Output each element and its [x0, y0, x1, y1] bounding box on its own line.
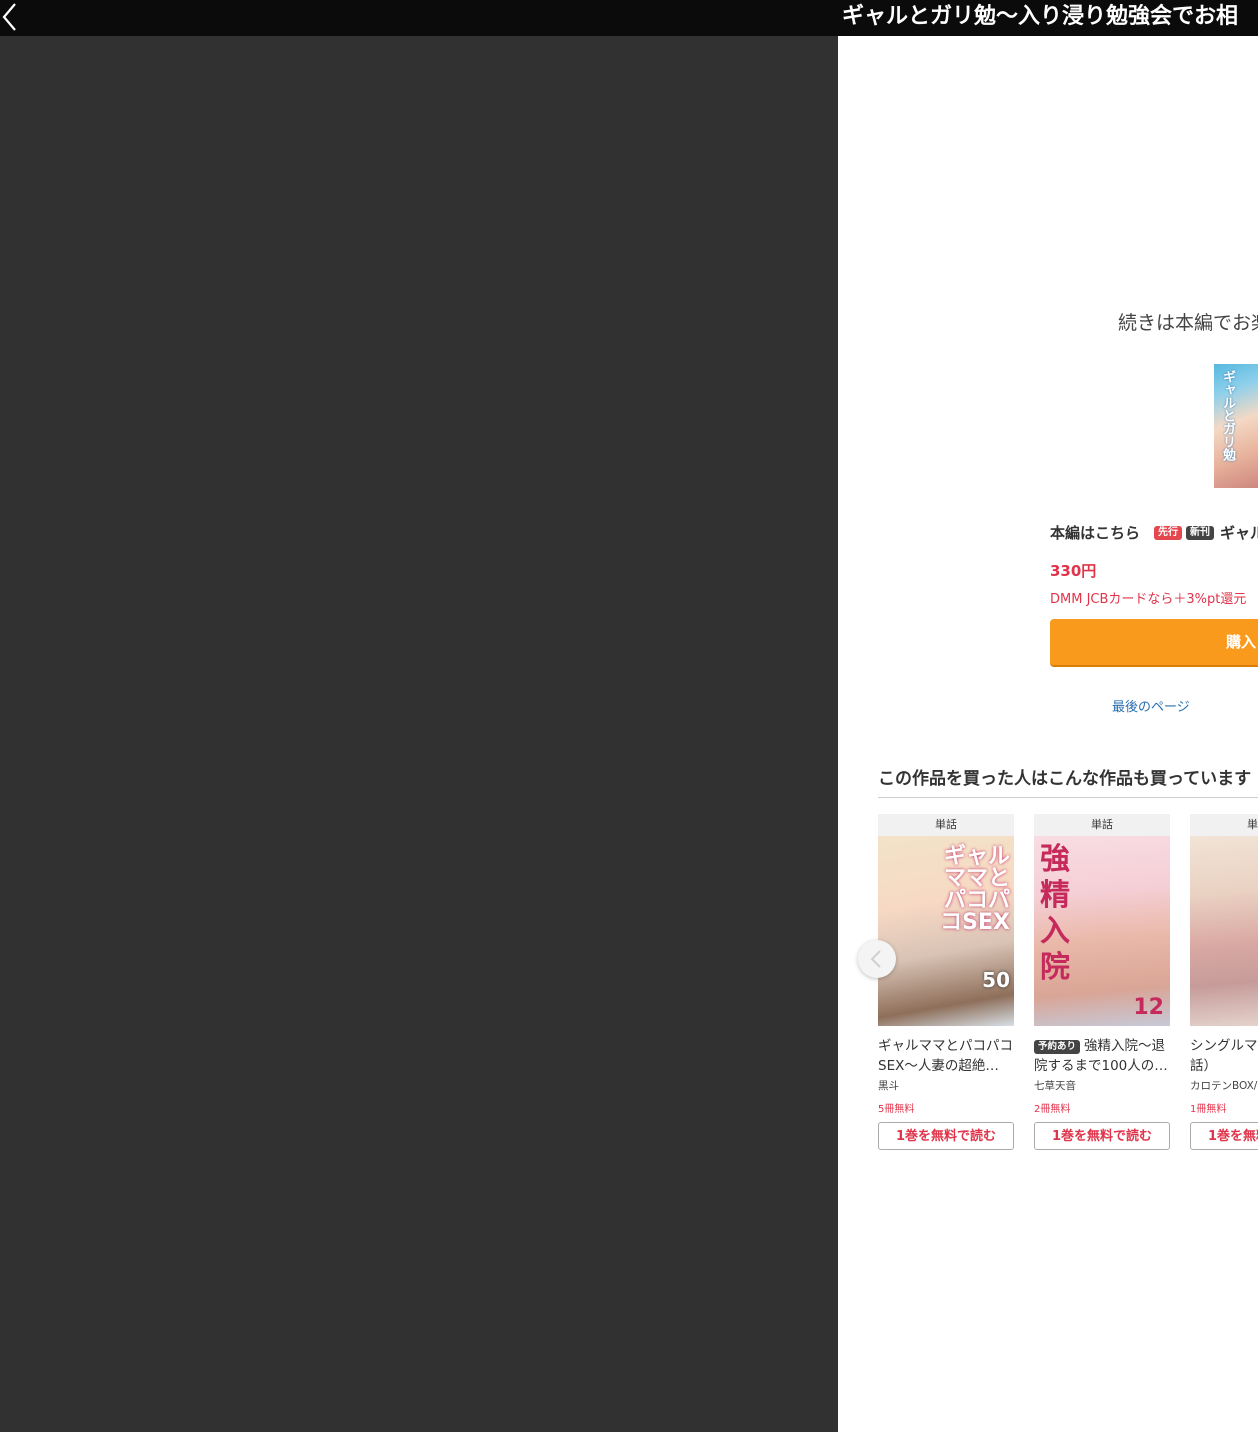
- recommend-heading: この作品を買った人はこんな作品も買っています: [878, 769, 1252, 789]
- read-free-button[interactable]: 1巻を無料で読む: [1190, 1122, 1258, 1150]
- main-work-price: 330円: [1050, 562, 1097, 580]
- buy-button-label: 購入: [1226, 633, 1257, 651]
- recommend-card[interactable]: 単話 ギャルママとパコパコSEX 50 ギャルママとパコパコSEX〜人妻の超絶……: [878, 814, 1014, 1150]
- advance-badge: 先行: [1154, 525, 1183, 540]
- card-free-count: 5冊無料: [878, 1104, 915, 1115]
- card-free-count: 1冊無料: [1190, 1104, 1227, 1115]
- card-author[interactable]: 七草天音: [1034, 1078, 1170, 1093]
- continue-message: 続きは本編でお楽しみ: [1118, 312, 1258, 334]
- card-cover-number: 12: [1133, 995, 1164, 1020]
- buy-button[interactable]: 購入: [1050, 619, 1258, 667]
- chevron-left-icon: [2, 3, 16, 31]
- card-cover-image[interactable]: ギャルママとパコパコSEX 50: [878, 836, 1014, 1026]
- new-release-badge: 新刊: [1186, 525, 1215, 540]
- main-work-cover-title: ギャルとガリ勉: [1220, 370, 1235, 461]
- card-kind-label: 単話: [1190, 814, 1258, 836]
- card-kind-label: 単話: [1034, 814, 1170, 836]
- end-of-preview-panel: 続きは本編でお楽しみ ギャルとガリ勉 本編はこちら 先行 新刊 ギャルとガリ勉 …: [838, 36, 1258, 1432]
- card-author[interactable]: 黒斗: [878, 1078, 1014, 1093]
- top-bar: ギャルとガリ勉〜入り浸り勉強会でお相: [0, 0, 1258, 36]
- main-work-label: 本編はこちら: [1050, 524, 1141, 542]
- card-free-count: 2冊無料: [1034, 1104, 1071, 1115]
- read-free-button[interactable]: 1巻を無料で読む: [878, 1122, 1014, 1150]
- chevron-left-icon: [870, 950, 881, 968]
- card-author[interactable]: カロテンBOX/: [1190, 1078, 1258, 1093]
- viewer-title: ギャルとガリ勉〜入り浸り勉強会でお相: [842, 4, 1239, 29]
- card-kind-label: 単話: [878, 814, 1014, 836]
- back-button[interactable]: [0, 2, 24, 32]
- recommend-divider: [878, 797, 1258, 798]
- recommend-card[interactable]: 単話 シングルマザーズ（単話） カロテンBOX/ 1冊無料 1巻を無料で読む: [1190, 814, 1258, 1150]
- main-work-title-link[interactable]: ギャルとガリ勉: [1220, 522, 1258, 543]
- main-work-row: 本編はこちら 先行 新刊 ギャルとガリ勉: [1050, 522, 1258, 543]
- card-cover-image[interactable]: 強精入院 12: [1034, 836, 1170, 1026]
- card-cover-number: 50: [982, 968, 1010, 992]
- card-cover-image[interactable]: [1190, 836, 1258, 1026]
- card-cover-title: 強精入院: [1040, 842, 1070, 985]
- last-page-link[interactable]: 最後のページ: [1112, 696, 1190, 715]
- card-cover-title: ギャルママとパコパコSEX: [940, 844, 1010, 935]
- card-campaign-text: DMM JCBカードなら＋3%pt還元: [1050, 592, 1247, 607]
- recommend-card[interactable]: 単話 強精入院 12 予約あり 強精入院〜退院するまで100人の… 七草天音 2冊…: [1034, 814, 1170, 1150]
- read-free-button[interactable]: 1巻を無料で読む: [1034, 1122, 1170, 1150]
- carousel-prev-button[interactable]: [858, 940, 896, 978]
- card-title-link[interactable]: 予約あり 強精入院〜退院するまで100人の…: [1034, 1036, 1170, 1076]
- card-title-link[interactable]: シングルマザーズ（単話）: [1190, 1036, 1258, 1076]
- card-title-link[interactable]: ギャルママとパコパコSEX〜人妻の超絶…: [878, 1036, 1014, 1076]
- main-work-cover[interactable]: ギャルとガリ勉: [1214, 364, 1258, 488]
- reservation-badge: 予約あり: [1034, 1040, 1081, 1054]
